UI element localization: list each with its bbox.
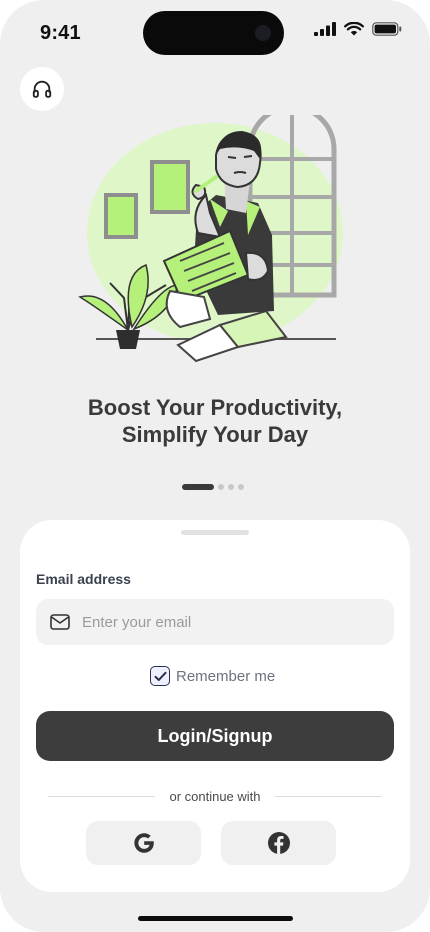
battery-icon (372, 22, 402, 36)
email-input[interactable] (82, 613, 362, 631)
status-bar: 9:41 (0, 0, 430, 64)
google-login-button[interactable] (86, 821, 201, 865)
pager-dot[interactable] (228, 484, 234, 490)
mail-icon (50, 614, 70, 630)
facebook-icon (267, 832, 290, 854)
wifi-icon (344, 22, 364, 36)
divider-text: or continue with (169, 788, 261, 804)
pager-dot-active[interactable] (182, 484, 214, 490)
email-field[interactable] (36, 599, 394, 645)
onboarding-pager[interactable] (182, 484, 244, 490)
headline-line-2: Simplify Your Day (121, 422, 309, 447)
status-icons (314, 22, 402, 36)
facebook-login-button[interactable] (221, 821, 336, 865)
app-screen: 9:41 Boost Your Productivity, Simplify Y… (0, 0, 430, 932)
sheet-handle[interactable] (181, 530, 249, 535)
checkmark-icon (154, 671, 166, 681)
login-signup-button[interactable]: Login/Signup (36, 711, 394, 761)
support-button[interactable] (20, 67, 64, 111)
status-time: 9:41 (40, 22, 81, 44)
hero-illustration (78, 115, 343, 363)
divider-line (48, 795, 156, 797)
headphones-icon (32, 80, 52, 98)
social-divider: or continue with (48, 788, 382, 804)
cellular-signal-icon (314, 22, 336, 36)
google-icon (133, 833, 154, 853)
divider-line (274, 795, 382, 797)
login-sheet: Email address Remember me Login/Signup o… (20, 520, 410, 892)
pager-dot[interactable] (238, 484, 244, 490)
remember-me-row[interactable]: Remember me (150, 666, 275, 686)
headline: Boost Your Productivity, Simplify Your D… (0, 394, 430, 448)
pager-dot[interactable] (218, 484, 224, 490)
camera-icon (255, 25, 271, 41)
headline-line-1: Boost Your Productivity, (87, 395, 343, 420)
remember-me-label: Remember me (176, 667, 276, 685)
home-indicator (138, 916, 293, 921)
dynamic-island (143, 11, 284, 55)
remember-me-checkbox[interactable] (150, 666, 170, 686)
email-label: Email address (36, 571, 131, 587)
